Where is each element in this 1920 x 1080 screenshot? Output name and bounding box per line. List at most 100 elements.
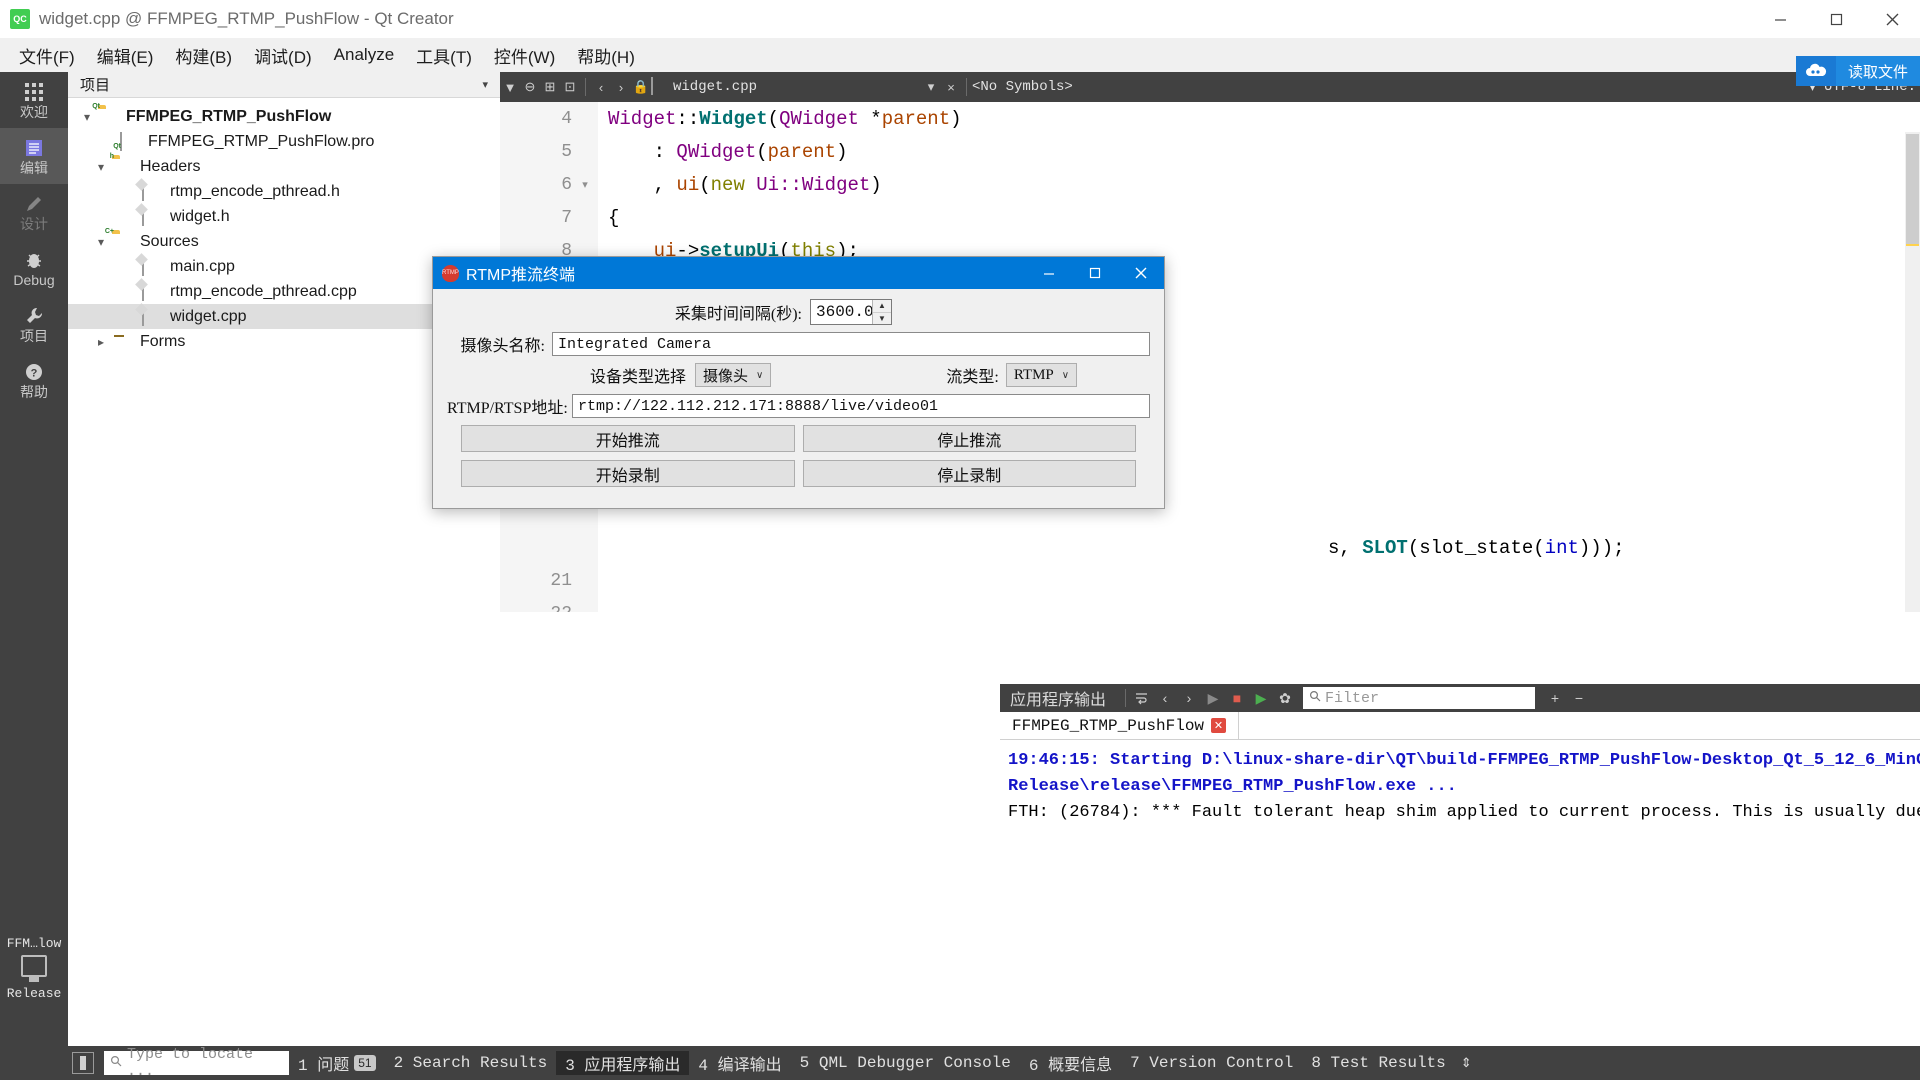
menu-analyze[interactable]: Analyze <box>323 41 405 69</box>
mode-projects[interactable]: 项目 <box>0 296 68 352</box>
run-icon[interactable]: ▶ <box>1201 684 1225 712</box>
status-tab-compile-output[interactable]: 4 编译输出 <box>689 1051 790 1075</box>
device-type-combobox[interactable]: 摄像头 ∨ <box>695 363 772 387</box>
status-tab-test-results[interactable]: 8 Test Results <box>1302 1054 1454 1072</box>
back-icon[interactable]: ‹ <box>591 72 611 102</box>
cpp-file-icon <box>651 77 667 96</box>
status-tab-general-messages[interactable]: 6 概要信息 <box>1020 1051 1121 1075</box>
editor-scroll-thumb[interactable] <box>1906 134 1919 244</box>
spinbox-arrows[interactable]: ▲ ▼ <box>872 300 891 324</box>
status-tab-issues[interactable]: 1 问题 51 <box>289 1051 385 1075</box>
file-read-toolbutton[interactable]: 读取文件 <box>1795 56 1920 86</box>
next-item-icon[interactable]: › <box>1177 684 1201 712</box>
remove-pane-icon[interactable]: − <box>1567 684 1591 712</box>
output-line: Release\release\FFMPEG_RTMP_PushFlow.exe… <box>1008 777 1457 796</box>
chevron-right-icon[interactable]: ▸ <box>90 335 112 349</box>
pro-file-icon: Qt <box>113 131 142 151</box>
dialog-minimize-button[interactable] <box>1026 257 1072 289</box>
close-icon[interactable]: ✕ <box>1211 718 1227 733</box>
menu-edit[interactable]: 编辑(E) <box>86 39 165 72</box>
url-row: RTMP/RTSP地址: rtmp://122.112.212.171:8888… <box>447 394 1150 418</box>
chevron-down-icon[interactable]: ▾ <box>76 110 98 124</box>
tree-item-pro-file[interactable]: ▸ Qt FFMPEG_RTMP_PushFlow.pro <box>68 129 500 154</box>
maximize-button[interactable] <box>1808 0 1864 38</box>
file-dropdown-icon[interactable]: ▾ <box>921 72 941 102</box>
start-record-button[interactable]: 开始录制 <box>461 460 795 487</box>
sidebar-toggle-icon[interactable] <box>72 1052 94 1074</box>
rerun-icon[interactable]: ▶ <box>1249 684 1273 712</box>
up-down-arrows-icon[interactable]: ⇕ <box>1461 1056 1472 1071</box>
stop-icon[interactable]: ■ <box>1225 684 1249 712</box>
close-button[interactable] <box>1864 0 1920 38</box>
chevron-down-icon[interactable]: ▾ <box>482 78 500 91</box>
dialog-close-button[interactable] <box>1118 257 1164 289</box>
window-title: widget.cpp @ FFMPEG_RTMP_PushFlow - Qt C… <box>39 9 454 28</box>
open-file-selector[interactable]: widget.cpp <box>651 77 921 96</box>
mode-debug[interactable]: Debug <box>0 240 68 296</box>
search-icon <box>1309 690 1321 707</box>
link-icon[interactable]: ⊖ <box>520 72 540 102</box>
output-text-area[interactable]: 19:46:15: Starting D:\linux-share-dir\QT… <box>1000 740 1920 826</box>
code-line: s, SLOT(slot_state(int))); <box>500 531 1920 564</box>
status-tab-search-results[interactable]: 2 Search Results <box>385 1054 557 1072</box>
status-tab-qml-debugger-console[interactable]: 5 QML Debugger Console <box>791 1054 1020 1072</box>
code-text: : QWidget(parent) <box>608 140 848 163</box>
menu-help[interactable]: 帮助(H) <box>566 39 646 72</box>
dialog-title-bar[interactable]: RTMP RTMP推流终端 <box>433 257 1164 289</box>
word-wrap-icon[interactable] <box>1129 684 1153 712</box>
file-read-label[interactable]: 读取文件 <box>1835 56 1920 86</box>
stream-type-combobox[interactable]: RTMP ∨ <box>1005 363 1078 387</box>
mode-edit[interactable]: 编辑 <box>0 128 68 184</box>
menu-tools[interactable]: 工具(T) <box>405 39 483 72</box>
filter-icon[interactable]: ▼ <box>500 72 520 102</box>
status-tab-version-control[interactable]: 7 Version Control <box>1121 1054 1302 1072</box>
application-output-pane: 应用程序输出 ‹ › ▶ ■ ▶ ✿ Filter + − FFMPEG_RTM… <box>1000 684 1920 1080</box>
stop-push-button[interactable]: 停止推流 <box>802 425 1136 452</box>
kit-selector[interactable]: FFM…low Release <box>0 934 68 1064</box>
close-split-icon[interactable]: ⊡ <box>560 72 580 102</box>
tree-item-rtmp-encode-pthread-h[interactable]: ▸ rtmp_encode_pthread.h <box>68 177 500 204</box>
tree-item-sources[interactable]: ▾ C+ Sources <box>68 228 500 254</box>
mode-welcome[interactable]: 欢迎 <box>0 72 68 128</box>
code-text: Widget::Widget(QWidget *parent) <box>608 107 962 130</box>
split-icon[interactable]: ⊞ <box>540 72 560 102</box>
status-tab-application-output[interactable]: 3 应用程序输出 <box>556 1051 690 1075</box>
locator-input[interactable]: Type to locate ... <box>104 1046 289 1080</box>
prev-item-icon[interactable]: ‹ <box>1153 684 1177 712</box>
menu-debug[interactable]: 调试(D) <box>243 39 323 72</box>
url-input[interactable]: rtmp://122.112.212.171:8888/live/video01 <box>572 394 1150 418</box>
tree-item-project-root[interactable]: ▾ Qt FFMPEG_RTMP_PushFlow <box>68 103 500 129</box>
output-run-tab[interactable]: FFMPEG_RTMP_PushFlow ✕ <box>1000 711 1240 740</box>
mode-design[interactable]: 设计 <box>0 184 68 240</box>
device-type-label: 设备类型选择 <box>590 369 687 386</box>
chevron-down-icon[interactable]: ▾ <box>90 160 112 174</box>
mode-help[interactable]: ? 帮助 <box>0 352 68 408</box>
code-line: 4 Widget::Widget(QWidget *parent) <box>500 102 1920 135</box>
editor-vertical-scrollbar[interactable] <box>1905 132 1920 612</box>
menu-file[interactable]: 文件(F) <box>8 39 86 72</box>
interval-spinbox[interactable]: 3600.00 ▲ ▼ <box>810 299 892 325</box>
start-push-button[interactable]: 开始推流 <box>461 425 795 452</box>
minimize-button[interactable] <box>1752 0 1808 38</box>
dialog-maximize-button[interactable] <box>1072 257 1118 289</box>
spin-up-icon[interactable]: ▲ <box>873 300 891 313</box>
close-file-icon[interactable]: × <box>941 72 961 102</box>
cloud-sync-icon[interactable] <box>1795 56 1836 86</box>
interval-value[interactable]: 3600.00 <box>811 300 883 324</box>
camera-name-input[interactable]: Integrated Camera <box>552 332 1150 356</box>
output-filter-input[interactable]: Filter <box>1303 687 1536 709</box>
chevron-down-icon: ∨ <box>1061 369 1070 381</box>
add-pane-icon[interactable]: + <box>1543 684 1567 712</box>
symbol-selector[interactable]: <No Symbols> <box>972 79 1073 95</box>
forward-icon[interactable]: › <box>611 72 631 102</box>
settings-gear-icon[interactable]: ✿ <box>1273 684 1297 712</box>
menu-build[interactable]: 构建(B) <box>164 39 243 72</box>
menu-widgets[interactable]: 控件(W) <box>483 39 566 72</box>
spin-down-icon[interactable]: ▼ <box>873 313 891 325</box>
chevron-down-icon[interactable]: ▾ <box>90 235 112 249</box>
tree-item-widget-h[interactable]: ▸ widget.h <box>68 202 500 229</box>
tree-item-headers[interactable]: ▾ h Headers <box>68 153 500 179</box>
stop-record-button[interactable]: 停止录制 <box>802 460 1136 487</box>
lock-icon[interactable]: 🔒 <box>631 72 651 102</box>
fold-marker[interactable]: ▾ <box>572 178 598 192</box>
